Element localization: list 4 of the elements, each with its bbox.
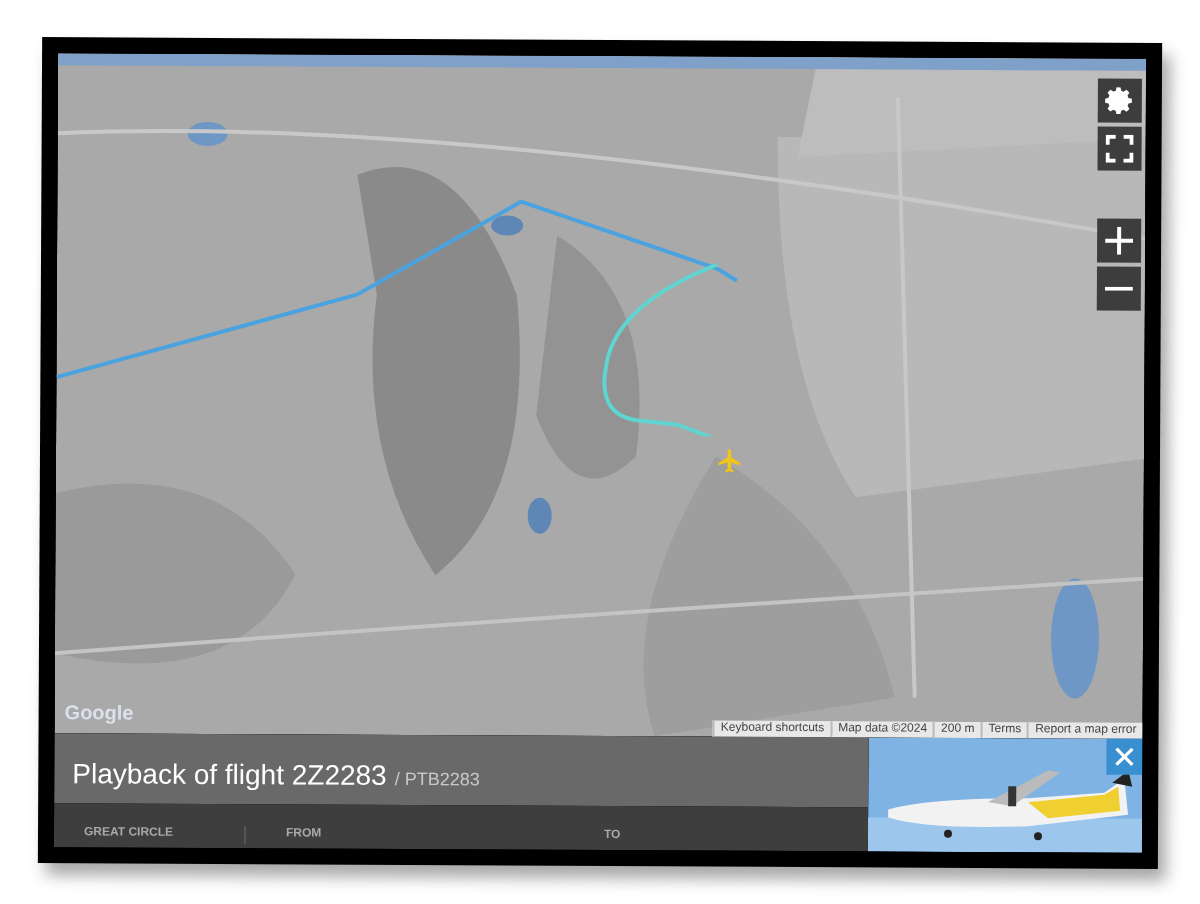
callsign: / PTB2283 [394, 766, 480, 794]
close-button[interactable] [1106, 738, 1143, 775]
close-icon [1114, 746, 1135, 767]
flight-title: Playback of flight 2Z2283 [72, 755, 387, 795]
